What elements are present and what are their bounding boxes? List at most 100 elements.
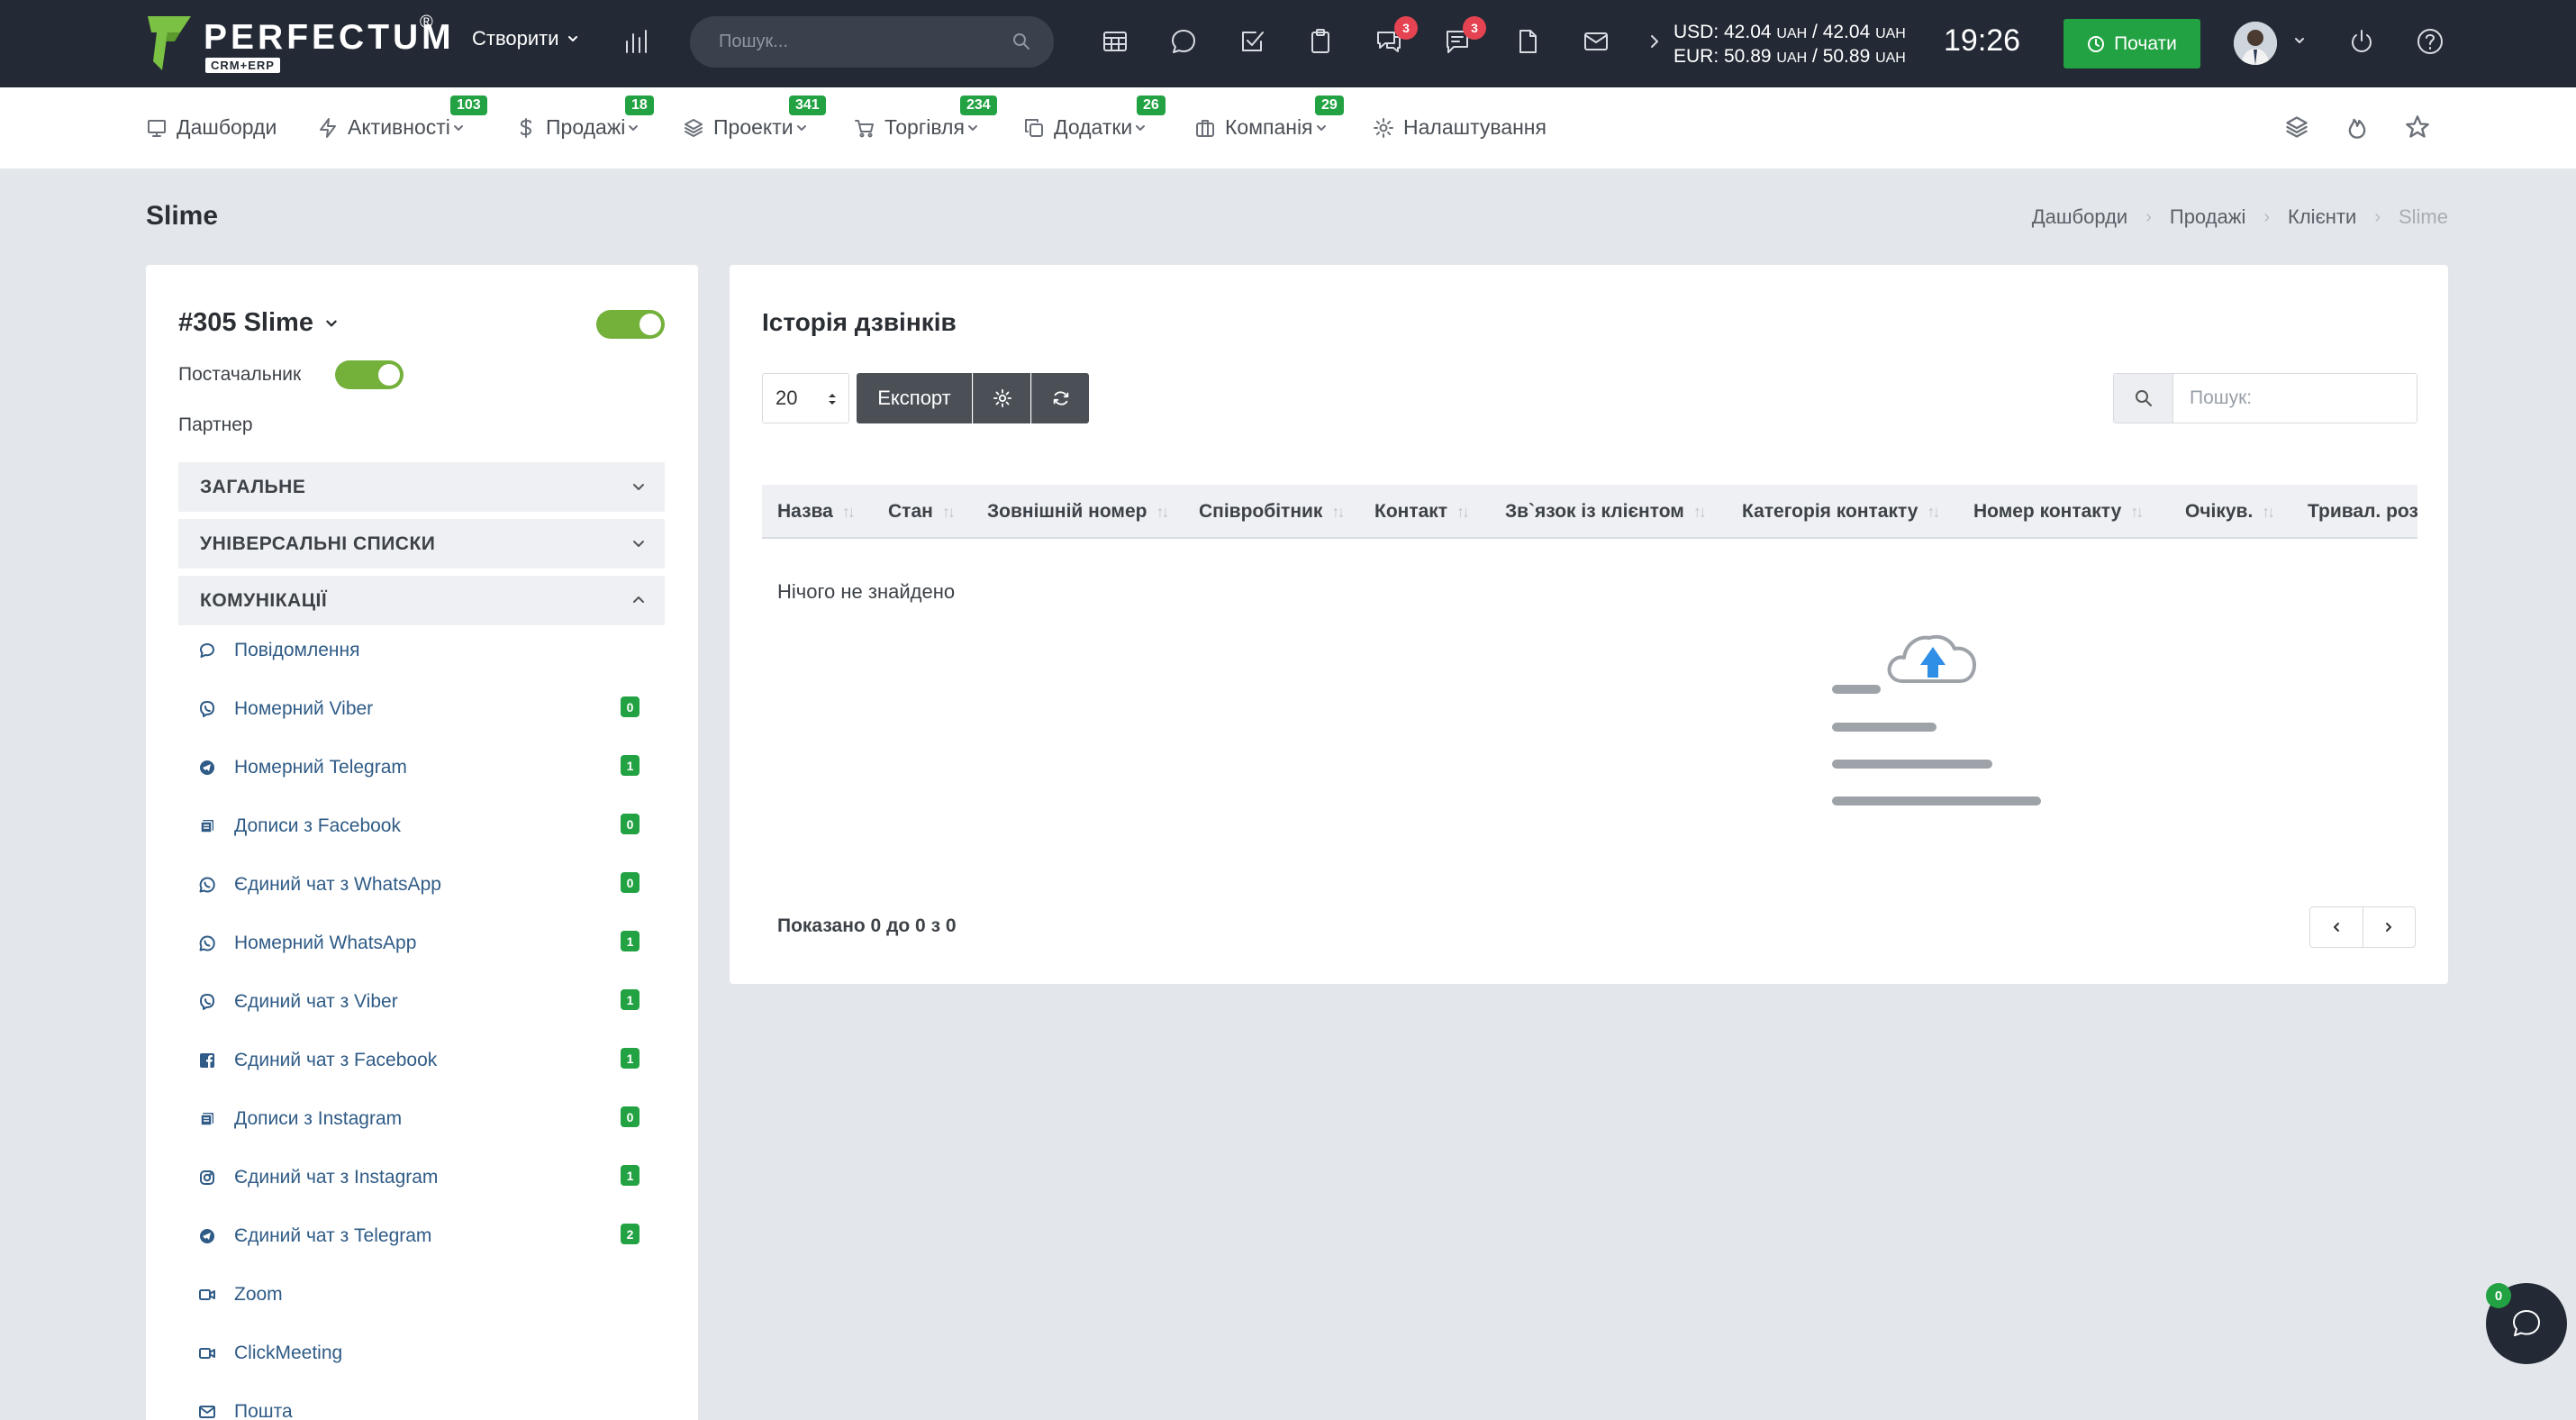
clipboard-icon[interactable] [1306, 27, 1335, 56]
refresh-button[interactable] [1031, 373, 1089, 423]
breadcrumb-separator: › [2263, 206, 2271, 227]
next-page-button[interactable] [2362, 907, 2416, 947]
comm-item-viber-chat[interactable]: Єдиний чат з Viber 1 [198, 988, 667, 1015]
card-title: Історія дзвінків [762, 308, 957, 336]
comm-item-telegram-chat[interactable]: Єдиний чат з Telegram 2 [198, 1223, 667, 1250]
telegram-icon [200, 760, 214, 775]
menu-item-label: Торгівля [884, 115, 965, 139]
viber-icon [200, 701, 214, 717]
menu-item-trade[interactable]: Торгівля 234 [854, 96, 997, 140]
column-header[interactable]: Назва ↑↓ [777, 501, 856, 523]
column-header[interactable]: Співробітник ↑↓ [1199, 501, 1345, 523]
comm-item-instagram-chat[interactable]: Єдиний чат з Instagram 1 [198, 1164, 667, 1191]
sort-icon: ↑↓ [1927, 502, 1940, 521]
supplier-toggle[interactable] [335, 360, 404, 389]
comm-item-whatsapp-chat[interactable]: Єдиний чат з WhatsApp 0 [198, 871, 667, 898]
export-button[interactable]: Експорт [857, 373, 972, 423]
menu-item-addons[interactable]: Додатки 26 [1023, 96, 1166, 140]
prev-page-button[interactable] [2310, 907, 2363, 947]
section-label: ЗАГАЛЬНЕ [200, 476, 306, 497]
breadcrumb-item[interactable]: Дашборди [2032, 205, 2127, 229]
comm-item-whatsapp-number[interactable]: Номерний WhatsApp 1 [198, 930, 667, 957]
global-search[interactable] [690, 16, 1054, 68]
comm-label: Номерний Telegram [234, 757, 407, 778]
messages-icon[interactable]: 3 [1443, 16, 1486, 56]
user-menu-chevron-icon[interactable] [2293, 34, 2306, 47]
comm-item-messages[interactable]: Повідомлення [198, 637, 667, 664]
chevron-right-icon[interactable] [1648, 31, 1661, 52]
menu-item-company[interactable]: Компанія 29 [1194, 96, 1344, 140]
menu-item-settings[interactable]: Налаштування [1373, 115, 1547, 140]
breadcrumb-item[interactable]: Клієнти [2288, 205, 2356, 229]
client-active-toggle[interactable] [596, 310, 665, 339]
column-header[interactable]: Категорія контакту ↑↓ [1742, 501, 1940, 523]
mail-icon[interactable] [1582, 27, 1610, 56]
menu-item-activities[interactable]: Активності 103 [317, 96, 487, 140]
table-search-input[interactable] [2173, 374, 2417, 423]
comm-item-telegram-number[interactable]: Номерний Telegram 1 [198, 754, 667, 781]
comm-item-instagram-posts[interactable]: Дописи з Instagram 0 [198, 1106, 667, 1133]
menu-badge: 103 [450, 96, 487, 115]
tasks-icon[interactable] [1238, 27, 1266, 56]
table-search[interactable] [2113, 373, 2417, 423]
comm-item-mail[interactable]: Пошта [198, 1398, 667, 1420]
comm-label: Єдиний чат з Facebook [234, 1050, 438, 1070]
menu-item-sales[interactable]: Продажі 18 [515, 96, 654, 140]
search-icon [1013, 33, 1029, 50]
messages-badge: 3 [1463, 16, 1486, 40]
eur-rate: EUR: 50.89 UAH / 50.89 UAH [1673, 46, 1906, 67]
star-icon[interactable] [2405, 114, 2430, 140]
column-header[interactable]: Зовнішній номер ↑↓ [987, 501, 1169, 523]
create-dropdown[interactable]: Створити [472, 27, 579, 50]
whatsapp-icon [199, 877, 215, 893]
chat-widget-button[interactable]: 0 [2486, 1283, 2567, 1364]
column-header[interactable]: Очікув. ↑↓ [2185, 501, 2275, 523]
menu-item-label: Дашборди [177, 115, 277, 139]
global-search-input[interactable] [719, 32, 989, 52]
document-icon[interactable] [1513, 27, 1542, 56]
column-header[interactable]: Номер контакту ↑↓ [1973, 501, 2144, 523]
comm-item-facebook-chat[interactable]: Єдиний чат з Facebook 1 [198, 1047, 667, 1074]
sort-icon: ↑↓ [2262, 502, 2275, 521]
section-communications[interactable]: КОМУНІКАЦІЇ [178, 576, 665, 625]
menu-badge: 18 [625, 96, 654, 115]
fire-icon[interactable] [2345, 114, 2370, 140]
section-universal-lists[interactable]: УНІВЕРСАЛЬНІ СПИСКИ [178, 519, 665, 569]
comm-item-clickmeeting[interactable]: ClickMeeting [198, 1340, 667, 1367]
client-name-dropdown[interactable]: #305 Slime [178, 308, 339, 338]
chevron-right-icon [2386, 923, 2392, 932]
start-button[interactable]: Почати [2064, 19, 2200, 68]
chevron-down-icon [1136, 124, 1146, 131]
calendar-table-icon[interactable] [1101, 27, 1129, 56]
comm-count-badge: 1 [621, 755, 639, 776]
comm-item-zoom[interactable]: Zoom [198, 1281, 667, 1308]
stats-icon[interactable] [621, 27, 650, 56]
comm-label: Єдиний чат з WhatsApp [234, 874, 441, 895]
menu-item-dashboards[interactable]: Дашборди [146, 115, 277, 140]
comm-label: Єдиний чат з Telegram [234, 1225, 432, 1246]
menu-item-projects[interactable]: Проекти 341 [683, 96, 826, 140]
user-photo [2234, 22, 2277, 65]
column-header[interactable]: Контакт ↑↓ [1374, 501, 1470, 523]
table-settings-button[interactable] [973, 373, 1030, 423]
column-header[interactable]: Тривал. розм [2308, 501, 2417, 523]
chat-bubbles-icon[interactable]: 3 [1374, 16, 1418, 56]
column-header[interactable]: Зв`язок із клієнтом ↑↓ [1505, 501, 1707, 523]
power-icon[interactable] [2347, 27, 2376, 56]
usd-rate: USD: 42.04 UAH / 42.04 UAH [1673, 22, 1906, 42]
breadcrumb-item[interactable]: Продажі [2170, 205, 2245, 229]
chat-icon[interactable] [1169, 27, 1198, 56]
per-page-select[interactable]: 20 [762, 373, 849, 423]
layers-toggle-icon[interactable] [2284, 114, 2309, 140]
comm-item-facebook-posts[interactable]: Дописи з Facebook 0 [198, 813, 667, 840]
menu-item-label: Додатки [1054, 115, 1133, 139]
column-header[interactable]: Стан ↑↓ [888, 501, 956, 523]
avatar[interactable] [2234, 22, 2277, 65]
comm-count-badge: 1 [621, 931, 639, 951]
brand-logo[interactable]: PERFECTUM ® CRM+ERP [144, 13, 451, 74]
sort-icon: ↑↓ [1692, 502, 1707, 521]
comm-item-viber-number[interactable]: Номерний Viber 0 [198, 696, 667, 723]
section-general[interactable]: ЗАГАЛЬНЕ [178, 462, 665, 512]
posts-icon [200, 820, 213, 833]
help-icon[interactable] [2416, 27, 2444, 56]
